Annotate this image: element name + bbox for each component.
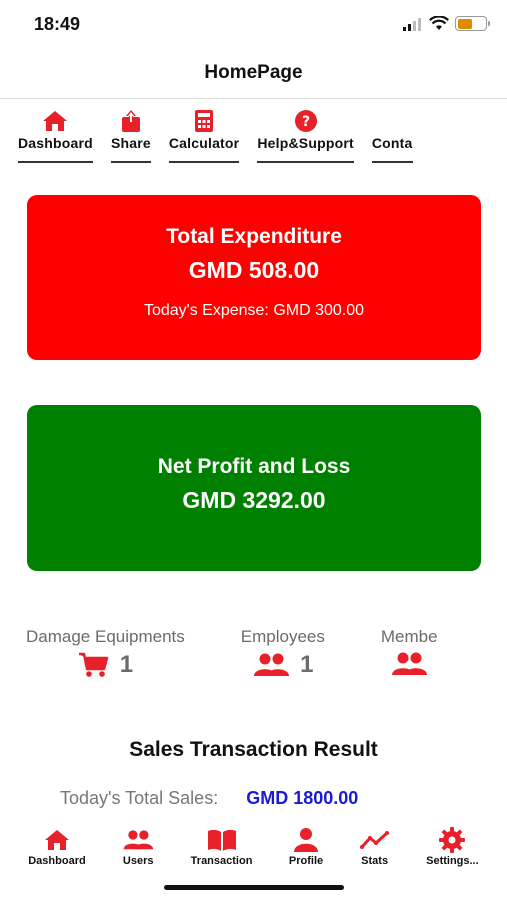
users-icon: [122, 826, 154, 854]
top-menu-label: Dashboard: [18, 135, 93, 151]
home-icon: [43, 826, 71, 854]
tab-underline: [18, 161, 93, 163]
battery-level: [457, 18, 473, 29]
tab-underline: [168, 161, 240, 163]
net-profit-card[interactable]: Net Profit and Loss GMD 3292.00: [27, 405, 481, 571]
tab-stats[interactable]: Stats: [359, 826, 390, 870]
tab-underline: [371, 161, 413, 163]
status-bar: 18:49: [0, 0, 507, 50]
tab-underline: [110, 161, 151, 163]
today-expense: Today's Expense: GMD 300.00: [143, 302, 365, 319]
stat-count: 1: [300, 651, 314, 678]
stat-employees[interactable]: Employees 1: [241, 627, 325, 679]
stat-label: Damage Equipments: [26, 627, 185, 646]
bottom-tab-bar: Dashboard Users Transaction Profile Stat…: [0, 826, 507, 870]
today-total-sales-value: GMD 1800.00: [246, 788, 359, 808]
card-title: Total Expenditure: [166, 225, 342, 248]
card-title: Net Profit and Loss: [157, 455, 351, 478]
stat-label: Employees: [240, 627, 325, 646]
stat-damage-equipments[interactable]: Damage Equipments 1: [26, 627, 185, 679]
wifi-icon: [429, 16, 449, 30]
tab-transaction[interactable]: Transaction: [190, 826, 253, 870]
status-icons: [403, 16, 490, 31]
sales-row: Today's Total Sales: GMD 1800.00: [60, 788, 358, 809]
stat-count: 1: [119, 651, 134, 678]
stats-row: Damage Equipments 1 Employees 1 Membe: [26, 627, 494, 679]
top-menu-share[interactable]: Share: [110, 108, 151, 163]
gear-icon: [439, 826, 466, 854]
top-menu-label: Conta: [371, 135, 413, 151]
stat-members[interactable]: Membe: [381, 627, 438, 679]
tab-label: Users: [122, 855, 154, 867]
tab-label: Stats: [361, 855, 389, 867]
net-profit-amount: GMD 3292.00: [182, 487, 326, 513]
top-menu-label: Share: [110, 135, 151, 151]
top-menu-help-support[interactable]: ? Help&Support: [257, 108, 354, 163]
header-divider: [0, 98, 507, 99]
book-icon: [207, 826, 237, 854]
users-icon: [392, 652, 428, 675]
cart-icon: [78, 652, 108, 677]
top-menu-contact[interactable]: Conta: [371, 108, 413, 163]
top-menu-label: Help&Support: [257, 135, 354, 151]
stat-value: [390, 651, 428, 677]
tab-label: Transaction: [190, 855, 253, 867]
home-indicator[interactable]: [164, 885, 344, 890]
tab-users[interactable]: Users: [122, 826, 154, 870]
home-icon: [41, 108, 69, 134]
top-menu-dashboard[interactable]: Dashboard: [18, 108, 93, 163]
share-icon: [120, 108, 142, 134]
tab-settings[interactable]: Settings...: [426, 826, 479, 870]
top-menu-calculator[interactable]: Calculator: [168, 108, 240, 163]
tab-underline: [257, 161, 354, 163]
contact-icon: [379, 108, 405, 134]
page-title: HomePage: [204, 62, 303, 83]
tab-label: Settings...: [426, 855, 479, 867]
tab-profile[interactable]: Profile: [289, 826, 323, 870]
calculator-icon: [194, 108, 214, 134]
person-icon: [293, 826, 319, 854]
top-menu: Dashboard Share Calculator ? Help&Suppor…: [18, 108, 431, 163]
signal-icon: [403, 17, 421, 31]
stat-label: Membe: [380, 627, 438, 646]
battery-icon: [455, 16, 490, 31]
stat-value: 1: [78, 651, 133, 679]
status-time: 18:49: [34, 14, 81, 34]
help-icon: ?: [294, 108, 318, 134]
chart-line-icon: [359, 826, 390, 854]
total-expenditure-amount: GMD 508.00: [188, 257, 320, 283]
top-menu-label: Calculator: [168, 135, 240, 151]
tab-label: Profile: [288, 855, 324, 867]
sales-section-title: Sales Transaction Result: [129, 738, 378, 761]
tab-dashboard[interactable]: Dashboard: [28, 826, 86, 870]
total-expenditure-card[interactable]: Total Expenditure GMD 508.00 Today's Exp…: [27, 195, 481, 360]
today-total-sales-label: Today's Total Sales:: [60, 788, 219, 808]
svg-text:?: ?: [302, 114, 310, 130]
stat-value: 1: [252, 651, 314, 679]
tab-label: Dashboard: [28, 855, 86, 867]
users-icon: [254, 653, 290, 676]
